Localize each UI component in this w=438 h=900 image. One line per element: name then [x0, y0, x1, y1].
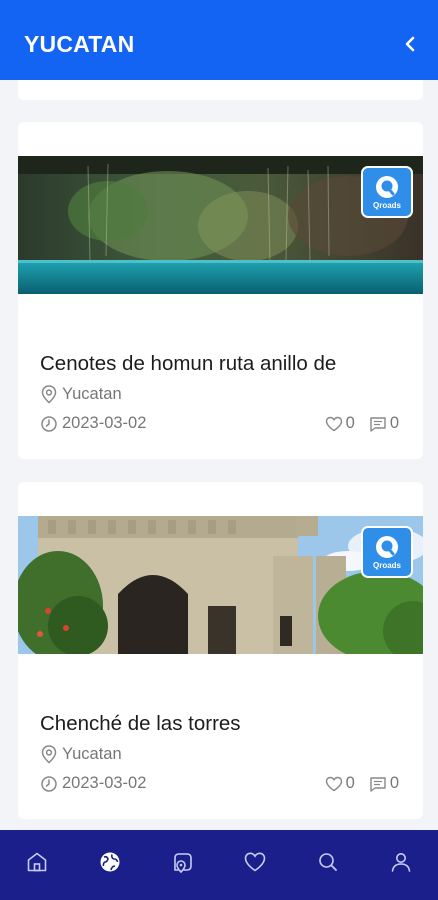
qroads-badge: Qroads: [361, 526, 413, 578]
like-count: 0: [345, 774, 355, 792]
comment-icon: [370, 776, 386, 792]
clock-icon: [41, 415, 57, 432]
search-icon: [319, 853, 338, 871]
nav-map[interactable]: [164, 843, 202, 881]
clock-icon: [41, 775, 57, 792]
post-stats: 0 0: [311, 774, 399, 793]
nav-explore[interactable]: [91, 843, 129, 881]
date-label: 2023-03-02: [62, 774, 147, 792]
list-item[interactable]: Qroads Chenché de las torres Yucatan 202…: [18, 482, 423, 819]
post-title[interactable]: Chenché de las torres: [40, 712, 241, 736]
heart-icon: [325, 776, 342, 791]
page-title: YUCATAN: [24, 30, 135, 57]
date-row: 2023-03-02: [40, 414, 146, 433]
comment-stat[interactable]: 0: [369, 414, 399, 433]
bottom-nav: [0, 830, 438, 900]
map-icon: [173, 853, 192, 874]
app-header: YUCATAN: [0, 0, 438, 80]
location-row: Yucatan: [40, 744, 122, 764]
location-label: Yucatan: [62, 384, 122, 403]
date-row: 2023-03-02: [40, 774, 146, 793]
heart-icon: [245, 852, 266, 872]
post-image[interactable]: Qroads: [18, 516, 423, 654]
post-stats: 0 0: [311, 414, 399, 433]
badge-label: Qroads: [372, 561, 401, 570]
location-label: Yucatan: [62, 744, 122, 763]
nav-search[interactable]: [309, 843, 347, 881]
like-stat[interactable]: 0: [325, 414, 355, 433]
date-label: 2023-03-02: [62, 414, 147, 432]
location-pin-icon: [41, 385, 57, 404]
list-item-partial[interactable]: [18, 80, 423, 100]
qroads-badge: Qroads: [361, 166, 413, 218]
list-item[interactable]: Qroads Cenotes de homun ruta anillo de Y…: [18, 122, 423, 459]
comment-icon: [370, 416, 386, 432]
like-stat[interactable]: 0: [325, 774, 355, 793]
comment-stat[interactable]: 0: [369, 774, 399, 793]
post-image[interactable]: Qroads: [18, 156, 423, 294]
location-pin-icon: [41, 745, 57, 764]
location-row: Yucatan: [40, 384, 122, 404]
post-list[interactable]: Qroads Cenotes de homun ruta anillo de Y…: [0, 80, 438, 830]
nav-profile[interactable]: [382, 843, 420, 881]
globe-icon: [100, 852, 120, 872]
chevron-left-icon: [405, 36, 415, 52]
badge-label: Qroads: [372, 201, 401, 210]
comment-count: 0: [389, 774, 399, 792]
home-icon: [27, 852, 47, 872]
qroads-logo-icon: [376, 176, 398, 198]
like-count: 0: [345, 414, 355, 432]
post-title[interactable]: Cenotes de homun ruta anillo de: [40, 352, 336, 376]
heart-icon: [325, 416, 342, 431]
profile-icon: [391, 853, 411, 872]
nav-home[interactable]: [18, 843, 56, 881]
comment-count: 0: [389, 414, 399, 432]
nav-favorites[interactable]: [236, 843, 274, 881]
qroads-logo-icon: [376, 536, 398, 558]
back-button[interactable]: [396, 30, 424, 58]
